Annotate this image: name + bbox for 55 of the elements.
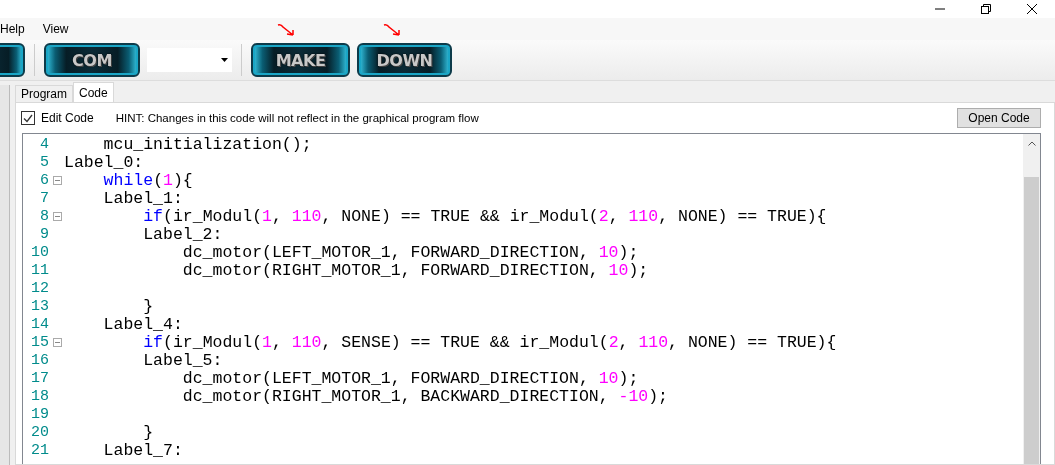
fold-icon[interactable] bbox=[53, 175, 62, 185]
code-editor[interactable] bbox=[22, 133, 1041, 464]
checkbox[interactable] bbox=[21, 111, 35, 125]
line-number: 16 bbox=[30, 351, 49, 369]
code-line: Label_4: bbox=[102, 314, 183, 334]
toolbar-button[interactable]: MAKE bbox=[251, 43, 350, 77]
code-line: } bbox=[142, 422, 154, 442]
line-number: 10 bbox=[30, 243, 49, 261]
fold-icon[interactable] bbox=[53, 211, 62, 221]
code-line: mcu_initialization(); bbox=[102, 134, 312, 154]
line-number: 11 bbox=[30, 261, 49, 279]
code-line: Label_1: bbox=[102, 188, 183, 208]
code-line: while(1){ bbox=[102, 170, 193, 190]
scroll-up-icon[interactable] bbox=[1027, 140, 1036, 146]
minimize-icon bbox=[935, 8, 945, 10]
tab[interactable]: Code bbox=[73, 82, 114, 102]
line-number: 13 bbox=[30, 297, 49, 315]
line-number: 21 bbox=[30, 441, 49, 459]
menu-item[interactable]: View bbox=[42, 22, 69, 36]
open-code-button[interactable]: Open Code bbox=[957, 108, 1041, 128]
code-line: dc_motor(LEFT_MOTOR_1, FORWARD_DIRECTION, 10); bbox=[181, 368, 639, 388]
line-number: 8 bbox=[39, 207, 49, 225]
code-line: Label_0: bbox=[64, 152, 144, 172]
line-number: 9 bbox=[39, 225, 49, 243]
code-line: } bbox=[142, 296, 154, 316]
toolbar-button[interactable]: DOWN bbox=[357, 43, 452, 77]
close-icon bbox=[1027, 4, 1037, 14]
line-number: 4 bbox=[39, 135, 49, 153]
code-line: Label_5: bbox=[142, 350, 223, 370]
line-number: 5 bbox=[39, 153, 49, 171]
line-number: 14 bbox=[30, 315, 49, 333]
tab[interactable]: Program bbox=[15, 85, 73, 102]
code-line: if(ir_Modul(1, 110, SENSE) == TRUE && ir_Modul(2, 110, NONE) == TRUE){ bbox=[142, 332, 837, 352]
line-number: 18 bbox=[30, 387, 49, 405]
hint-text: HINT: Changes in this code will not reflect in the graphical program flow bbox=[115, 112, 480, 124]
line-number: 7 bbox=[39, 189, 49, 207]
code-line: dc_motor(RIGHT_MOTOR_1, FORWARD_DIRECTION, 10); bbox=[181, 260, 649, 280]
code-line: if(ir_Modul(1, 110, NONE) == TRUE && ir_Modul(2, 110, NONE) == TRUE){ bbox=[142, 206, 827, 226]
code-line: Label_2: bbox=[142, 224, 223, 244]
line-number: 19 bbox=[30, 405, 49, 423]
line-number: 17 bbox=[30, 369, 49, 387]
line-number: 6 bbox=[39, 171, 49, 189]
restore-icon bbox=[981, 4, 991, 14]
line-number: 15 bbox=[30, 333, 49, 351]
line-number: 12 bbox=[30, 279, 49, 297]
menu-item[interactable]: Help bbox=[0, 22, 25, 36]
code-line: dc_motor(LEFT_MOTOR_1, FORWARD_DIRECTION, 10); bbox=[181, 242, 639, 262]
com-button[interactable]: COM bbox=[44, 43, 140, 77]
code-line: dc_motor(RIGHT_MOTOR_1, BACKWARD_DIRECTION, -10); bbox=[181, 386, 669, 406]
fold-icon[interactable] bbox=[53, 337, 62, 347]
line-number: 20 bbox=[30, 423, 49, 441]
scrollbar[interactable] bbox=[1023, 134, 1040, 464]
code-line: Label_7: bbox=[102, 440, 183, 460]
checkbox-label: Edit Code bbox=[41, 111, 94, 125]
dropdown-caret-icon bbox=[221, 58, 228, 62]
